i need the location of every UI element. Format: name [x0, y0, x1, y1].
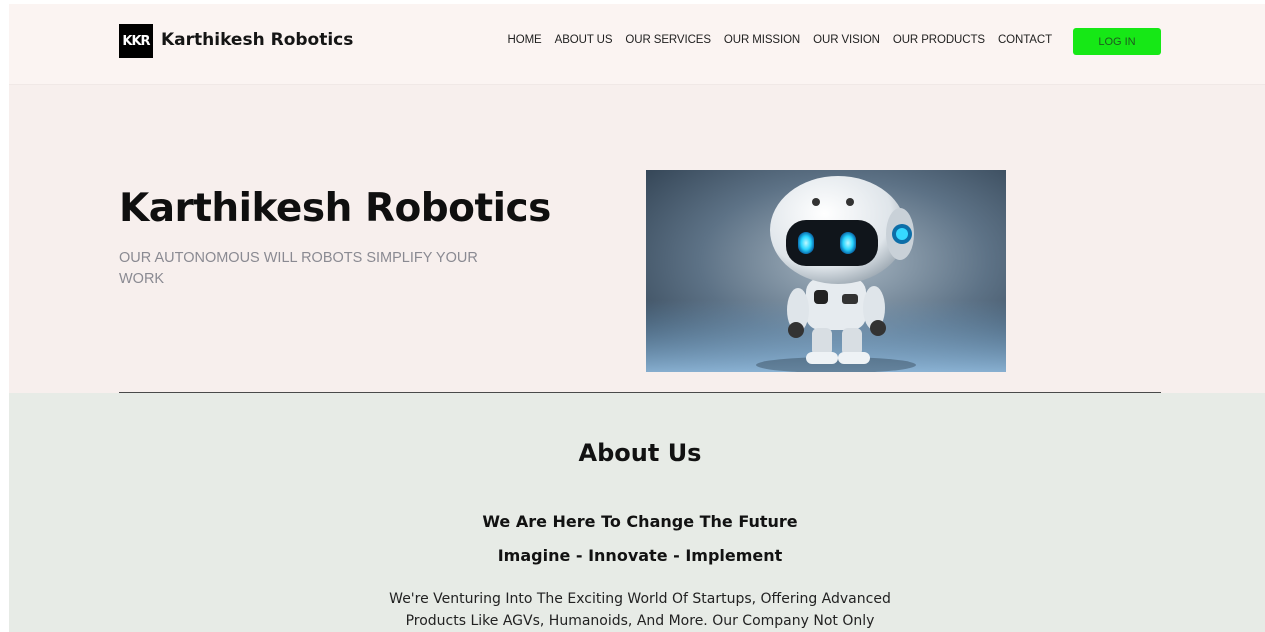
nav-our-mission[interactable]: OUR MISSION	[724, 34, 800, 46]
nav-home[interactable]: HOME	[508, 34, 542, 46]
nav-our-vision[interactable]: OUR VISION	[813, 34, 880, 46]
logo-text: KKR	[122, 33, 150, 49]
about-title: About Us	[578, 439, 702, 467]
site-header: KKR Karthikesh Robotics HOME ABOUT US OU…	[9, 4, 1265, 85]
about-tagline: We Are Here To Change The Future	[482, 512, 798, 531]
nav-our-products[interactable]: OUR PRODUCTS	[893, 34, 985, 46]
login-button[interactable]: LOG IN	[1073, 28, 1161, 55]
robot-illustration	[646, 170, 1006, 372]
about-body: We're Venturing Into The Exciting World …	[389, 591, 891, 629]
nav-our-services[interactable]: OUR SERVICES	[625, 34, 711, 46]
nav-about-us[interactable]: ABOUT US	[555, 34, 613, 46]
hero-title: Karthikesh Robotics	[119, 186, 551, 231]
hero-subtitle: OUR AUTONOMOUS WILL ROBOTS SIMPLIFY YOUR…	[119, 250, 478, 287]
logo-icon[interactable]: KKR	[119, 24, 153, 58]
main-nav: HOME ABOUT US OUR SERVICES OUR MISSION O…	[508, 34, 1065, 46]
hero-section: Karthikesh Robotics OUR AUTONOMOUS WILL …	[9, 85, 1265, 393]
nav-contact[interactable]: CONTACT	[998, 34, 1052, 46]
about-section: About Us We Are Here To Change The Futur…	[9, 393, 1265, 632]
about-motto: Imagine - Innovate - Implement	[497, 546, 783, 565]
brand-name[interactable]: Karthikesh Robotics	[161, 30, 353, 50]
page: KKR Karthikesh Robotics HOME ABOUT US OU…	[9, 4, 1265, 632]
